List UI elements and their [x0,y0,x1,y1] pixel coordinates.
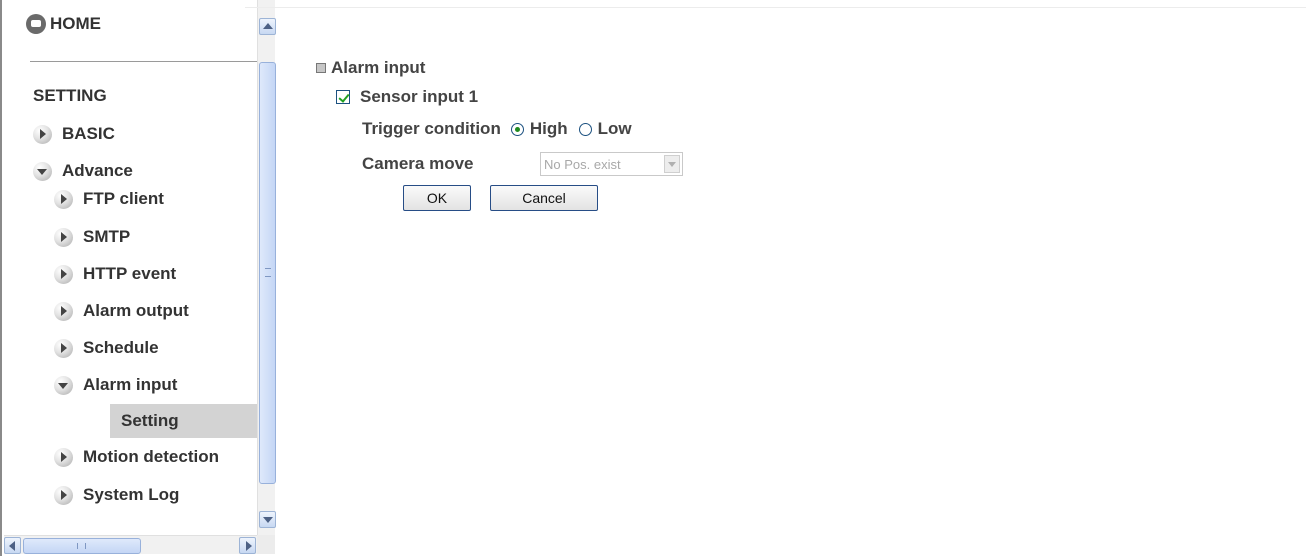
sidebar-item-label: SMTP [83,227,131,246]
arrow-down-icon [33,161,52,181]
sensor-input-row: Sensor input 1 [336,86,478,108]
sidebar-item-label: Alarm output [83,301,189,320]
sidebar: HOME SETTING BASIC Advance FTP client SM… [0,0,276,556]
camera-move-label: Camera move [362,154,474,173]
section-title: Alarm input [331,58,426,77]
sidebar-item-label: Motion detection [83,447,219,466]
sidebar-item-label: HTTP event [83,264,177,283]
sidebar-item-motion-detection[interactable]: Motion detection [54,443,219,471]
trigger-high-label[interactable]: High [530,119,568,139]
sidebar-item-alarm-input[interactable]: Alarm input [54,371,177,399]
vertical-scroll-thumb[interactable] [259,62,276,484]
arrow-right-icon [33,124,52,144]
sidebar-item-smtp[interactable]: SMTP [54,223,130,251]
scrollbar-corner [257,535,275,554]
square-bullet-icon [316,63,326,73]
camera-move-select[interactable]: No Pos. exist [540,152,683,176]
ok-button[interactable]: OK [403,185,471,211]
horizontal-scroll-thumb[interactable] [23,538,141,554]
sidebar-item-schedule[interactable]: Schedule [54,334,159,362]
sidebar-divider [30,61,257,62]
cancel-button[interactable]: Cancel [490,185,598,211]
arrow-right-icon [54,264,73,284]
scroll-right-button[interactable] [239,537,256,554]
trigger-low-radio[interactable] [578,122,592,136]
sidebar-subitem-label: Setting [121,411,179,430]
sidebar-item-label: Advance [62,161,133,180]
camera-move-value: No Pos. exist [544,156,621,172]
sidebar-item-advance[interactable]: Advance [33,157,133,185]
scroll-up-button[interactable] [259,18,276,35]
sensor-input-checkbox[interactable] [336,90,350,104]
arrow-right-icon [54,301,73,321]
home-label: HOME [50,14,101,33]
chevron-down-icon[interactable] [664,155,680,173]
sidebar-subitem-setting[interactable]: Setting [110,404,257,438]
sidebar-horizontal-scrollbar[interactable] [4,535,257,554]
top-divider [245,7,1306,8]
camera-move-row: Camera move [362,151,474,177]
sidebar-item-basic[interactable]: BASIC [33,120,115,148]
arrow-right-icon [54,338,73,358]
arrow-right-icon [54,189,73,209]
sidebar-item-label: Schedule [83,338,159,357]
scroll-down-button[interactable] [259,511,276,528]
home-link[interactable]: HOME [26,10,101,38]
sensor-input-label: Sensor input 1 [360,87,479,106]
trigger-high-radio[interactable] [510,122,524,136]
home-icon [26,14,46,34]
sidebar-vertical-scrollbar[interactable] [257,0,276,535]
trigger-low-label[interactable]: Low [598,119,632,139]
arrow-right-icon [54,227,73,247]
arrow-right-icon [54,485,73,505]
section-header: Alarm input [316,57,425,79]
trigger-condition-row: Trigger condition High Low [362,118,632,140]
sidebar-content: HOME SETTING BASIC Advance FTP client SM… [4,0,257,535]
sidebar-item-alarm-output[interactable]: Alarm output [54,297,189,325]
sidebar-item-label: BASIC [62,124,115,143]
scroll-left-button[interactable] [4,537,21,554]
sidebar-item-system-log[interactable]: System Log [54,481,179,509]
sidebar-item-label: Alarm input [83,375,178,394]
sidebar-item-ftp-client[interactable]: FTP client [54,185,164,213]
arrow-right-icon [54,447,73,467]
sidebar-item-label: System Log [83,485,180,504]
setting-title: SETTING [33,86,107,105]
trigger-condition-label: Trigger condition [362,119,501,138]
arrow-down-icon [54,375,73,395]
sidebar-item-label: FTP client [83,189,164,208]
sidebar-item-http-event[interactable]: HTTP event [54,260,176,288]
